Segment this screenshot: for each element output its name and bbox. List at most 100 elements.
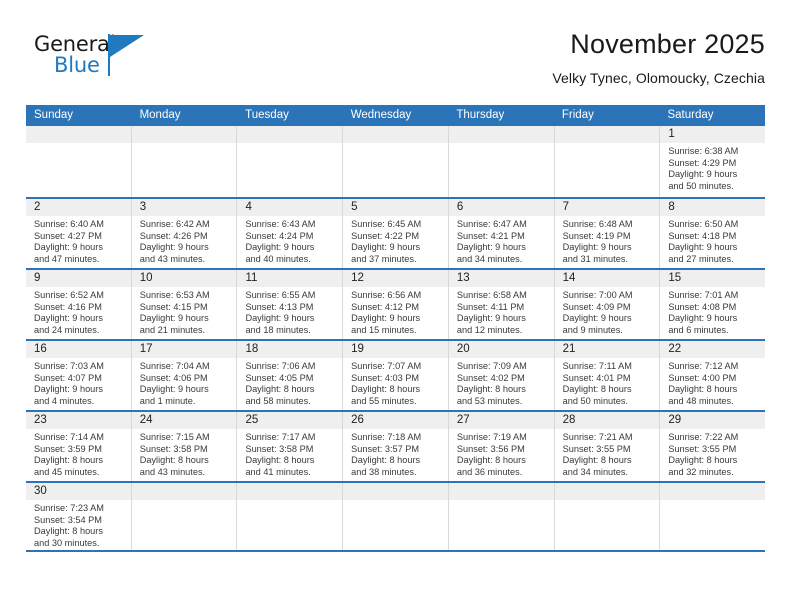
sunset-text: Sunset: 3:58 PM [245, 443, 314, 454]
calendar-day-cell[interactable]: 1 Sunrise: 6:38 AM Sunset: 4:29 PM Daylight… [659, 126, 766, 197]
sunset-text: Sunset: 4:01 PM [562, 372, 631, 383]
daylight-text-cont: and 50 minutes. [668, 180, 734, 191]
calendar-day-cell[interactable]: 16 Sunrise: 7:03 AM Sunset: 4:07 PM Dayligh… [26, 341, 131, 410]
sunset-text: Sunset: 3:56 PM [456, 443, 525, 454]
day-details: Sunrise: 7:22 AM Sunset: 3:55 PM Daylight:… [660, 429, 765, 478]
day-number: 29 [668, 414, 682, 426]
day-number-band: 18 [237, 341, 343, 358]
sunrise-text: Sunrise: 7:01 AM [668, 290, 739, 300]
calendar-day-cell[interactable]: 19 Sunrise: 7:07 AM Sunset: 4:03 PM Dayligh… [342, 341, 448, 410]
day-details [237, 500, 342, 503]
day-number-band: 23 [26, 412, 131, 429]
calendar-day-cell[interactable]: 22 Sunrise: 7:12 AM Sunset: 4:00 PM Dayligh… [659, 341, 766, 410]
calendar-day-cell[interactable]: 24 Sunrise: 7:15 AM Sunset: 3:58 PM Dayligh… [130, 412, 237, 481]
calendar-day-cell[interactable]: 21 Sunrise: 7:11 AM Sunset: 4:01 PM Dayligh… [553, 341, 660, 410]
daylight-text-cont: and 27 minutes. [668, 253, 734, 264]
day-number-band: 12 [343, 270, 448, 287]
daylight-text: Daylight: 8 hours [668, 455, 738, 466]
calendar-day-cell[interactable]: 23 Sunrise: 7:14 AM Sunset: 3:59 PM Dayligh… [26, 412, 131, 481]
day-number-band: 3 [131, 199, 237, 216]
calendar-day-cell[interactable]: 3 Sunrise: 6:42 AM Sunset: 4:26 PM Daylight… [130, 199, 237, 268]
calendar-day-cell[interactable]: 27 Sunrise: 7:19 AM Sunset: 3:56 PM Dayligh… [447, 412, 554, 481]
day-details: Sunrise: 7:23 AM Sunset: 3:54 PM Daylight:… [26, 500, 131, 549]
day-details: Sunrise: 6:42 AM Sunset: 4:26 PM Daylight:… [132, 216, 237, 265]
sunrise-text: Sunrise: 6:45 AM [351, 219, 422, 229]
day-number-band: 9 [26, 270, 131, 287]
day-details: Sunrise: 6:38 AM Sunset: 4:29 PM Daylight:… [660, 143, 765, 192]
sunrise-text: Sunrise: 6:53 AM [139, 290, 210, 300]
daylight-text-cont: and 40 minutes. [245, 253, 311, 264]
daylight-text: Daylight: 9 hours [668, 242, 738, 253]
calendar-day-cell[interactable]: 12 Sunrise: 6:56 AM Sunset: 4:12 PM Dayligh… [342, 270, 448, 339]
calendar-day-cell[interactable]: 15 Sunrise: 7:01 AM Sunset: 4:08 PM Dayligh… [659, 270, 766, 339]
calendar-day-cell[interactable]: 29 Sunrise: 7:22 AM Sunset: 3:55 PM Dayligh… [659, 412, 766, 481]
calendar-day-cell[interactable]: 20 Sunrise: 7:09 AM Sunset: 4:02 PM Dayligh… [447, 341, 554, 410]
sunset-text: Sunset: 4:26 PM [139, 230, 208, 241]
day-number-band [554, 483, 660, 500]
day-details: Sunrise: 6:53 AM Sunset: 4:15 PM Daylight:… [132, 287, 237, 336]
sunset-text: Sunset: 4:27 PM [34, 230, 102, 241]
sunset-text: Sunset: 4:22 PM [351, 230, 420, 241]
calendar-day-cell[interactable]: 9 Sunrise: 6:52 AM Sunset: 4:16 PM Daylight… [26, 270, 131, 339]
sunset-text: Sunset: 4:29 PM [668, 157, 737, 168]
day-number: 12 [351, 272, 364, 284]
daylight-text: Daylight: 9 hours [139, 242, 209, 253]
day-number-band: 13 [448, 270, 554, 287]
sunrise-text: Sunrise: 6:43 AM [245, 219, 316, 229]
daylight-text: Daylight: 9 hours [562, 313, 632, 324]
day-number: 1 [668, 128, 675, 140]
day-details [26, 143, 131, 146]
calendar-day-cell[interactable]: 26 Sunrise: 7:18 AM Sunset: 3:57 PM Dayligh… [342, 412, 448, 481]
day-number-band: 7 [554, 199, 660, 216]
calendar-day-cell-empty [447, 483, 554, 550]
daylight-text: Daylight: 9 hours [245, 313, 315, 324]
daylight-text: Daylight: 8 hours [668, 384, 738, 395]
daylight-text: Daylight: 9 hours [562, 242, 632, 253]
calendar-day-cell[interactable]: 14 Sunrise: 7:00 AM Sunset: 4:09 PM Dayligh… [553, 270, 660, 339]
day-number: 24 [139, 414, 153, 426]
general-blue-logo[interactable]: General Blue [26, 32, 176, 88]
calendar-week-row: 9 Sunrise: 6:52 AM Sunset: 4:16 PM Daylight… [26, 268, 766, 339]
calendar-day-cell-empty [342, 126, 448, 197]
sunset-text: Sunset: 3:54 PM [34, 514, 102, 525]
calendar-day-cell[interactable]: 8 Sunrise: 6:50 AM Sunset: 4:18 PM Daylight… [659, 199, 766, 268]
calendar-day-cell[interactable]: 18 Sunrise: 7:06 AM Sunset: 4:05 PM Dayligh… [236, 341, 343, 410]
day-number-band [131, 483, 237, 500]
page-subtitle: Velky Tynec, Olomoucky, Czechia [552, 70, 765, 86]
dow-wednesday: Wednesday [350, 109, 412, 121]
calendar-grid: Sunday Monday Tuesday Wednesday Thursday… [26, 105, 766, 552]
calendar-day-cell[interactable]: 13 Sunrise: 6:58 AM Sunset: 4:11 PM Dayligh… [447, 270, 554, 339]
daylight-text: Daylight: 8 hours [139, 455, 209, 466]
sunset-text: Sunset: 4:15 PM [139, 301, 208, 312]
logo-text-blue: Blue [54, 53, 100, 77]
daylight-text-cont: and 38 minutes. [351, 466, 417, 477]
calendar-day-cell[interactable]: 7 Sunrise: 6:48 AM Sunset: 4:19 PM Daylight… [553, 199, 660, 268]
day-details: Sunrise: 7:21 AM Sunset: 3:55 PM Daylight:… [555, 429, 660, 478]
calendar-day-cell[interactable]: 10 Sunrise: 6:53 AM Sunset: 4:15 PM Dayligh… [130, 270, 237, 339]
sunset-text: Sunset: 4:16 PM [34, 301, 102, 312]
day-details: Sunrise: 6:56 AM Sunset: 4:12 PM Daylight:… [343, 287, 448, 336]
calendar-day-cell-empty [26, 126, 131, 197]
calendar-week-row: 1 Sunrise: 6:38 AM Sunset: 4:29 PM Daylight… [26, 126, 766, 197]
calendar-day-cell[interactable]: 17 Sunrise: 7:04 AM Sunset: 4:06 PM Dayligh… [130, 341, 237, 410]
calendar-day-cell-empty [130, 126, 237, 197]
daylight-text: Daylight: 9 hours [34, 242, 103, 253]
calendar-day-cell[interactable]: 5 Sunrise: 6:45 AM Sunset: 4:22 PM Daylight… [342, 199, 448, 268]
calendar-day-cell[interactable]: 30 Sunrise: 7:23 AM Sunset: 3:54 PM Dayligh… [26, 483, 131, 550]
day-details: Sunrise: 7:11 AM Sunset: 4:01 PM Daylight:… [555, 358, 660, 407]
sunset-text: Sunset: 4:00 PM [668, 372, 737, 383]
sunrise-text: Sunrise: 6:47 AM [456, 219, 527, 229]
day-number-band: 17 [131, 341, 237, 358]
calendar-day-cell[interactable]: 6 Sunrise: 6:47 AM Sunset: 4:21 PM Daylight… [447, 199, 554, 268]
day-details [555, 500, 660, 503]
day-number: 19 [351, 343, 364, 355]
day-number-band: 6 [448, 199, 554, 216]
day-details: Sunrise: 7:04 AM Sunset: 4:06 PM Daylight:… [132, 358, 237, 407]
calendar-day-cell[interactable]: 4 Sunrise: 6:43 AM Sunset: 4:24 PM Daylight… [236, 199, 343, 268]
calendar-day-cell[interactable]: 2 Sunrise: 6:40 AM Sunset: 4:27 PM Daylight… [26, 199, 131, 268]
day-details: Sunrise: 7:09 AM Sunset: 4:02 PM Daylight:… [449, 358, 554, 407]
calendar-day-cell[interactable]: 11 Sunrise: 6:55 AM Sunset: 4:13 PM Dayligh… [236, 270, 343, 339]
sunset-text: Sunset: 4:05 PM [245, 372, 314, 383]
calendar-day-cell[interactable]: 28 Sunrise: 7:21 AM Sunset: 3:55 PM Dayligh… [553, 412, 660, 481]
calendar-day-cell[interactable]: 25 Sunrise: 7:17 AM Sunset: 3:58 PM Dayligh… [236, 412, 343, 481]
